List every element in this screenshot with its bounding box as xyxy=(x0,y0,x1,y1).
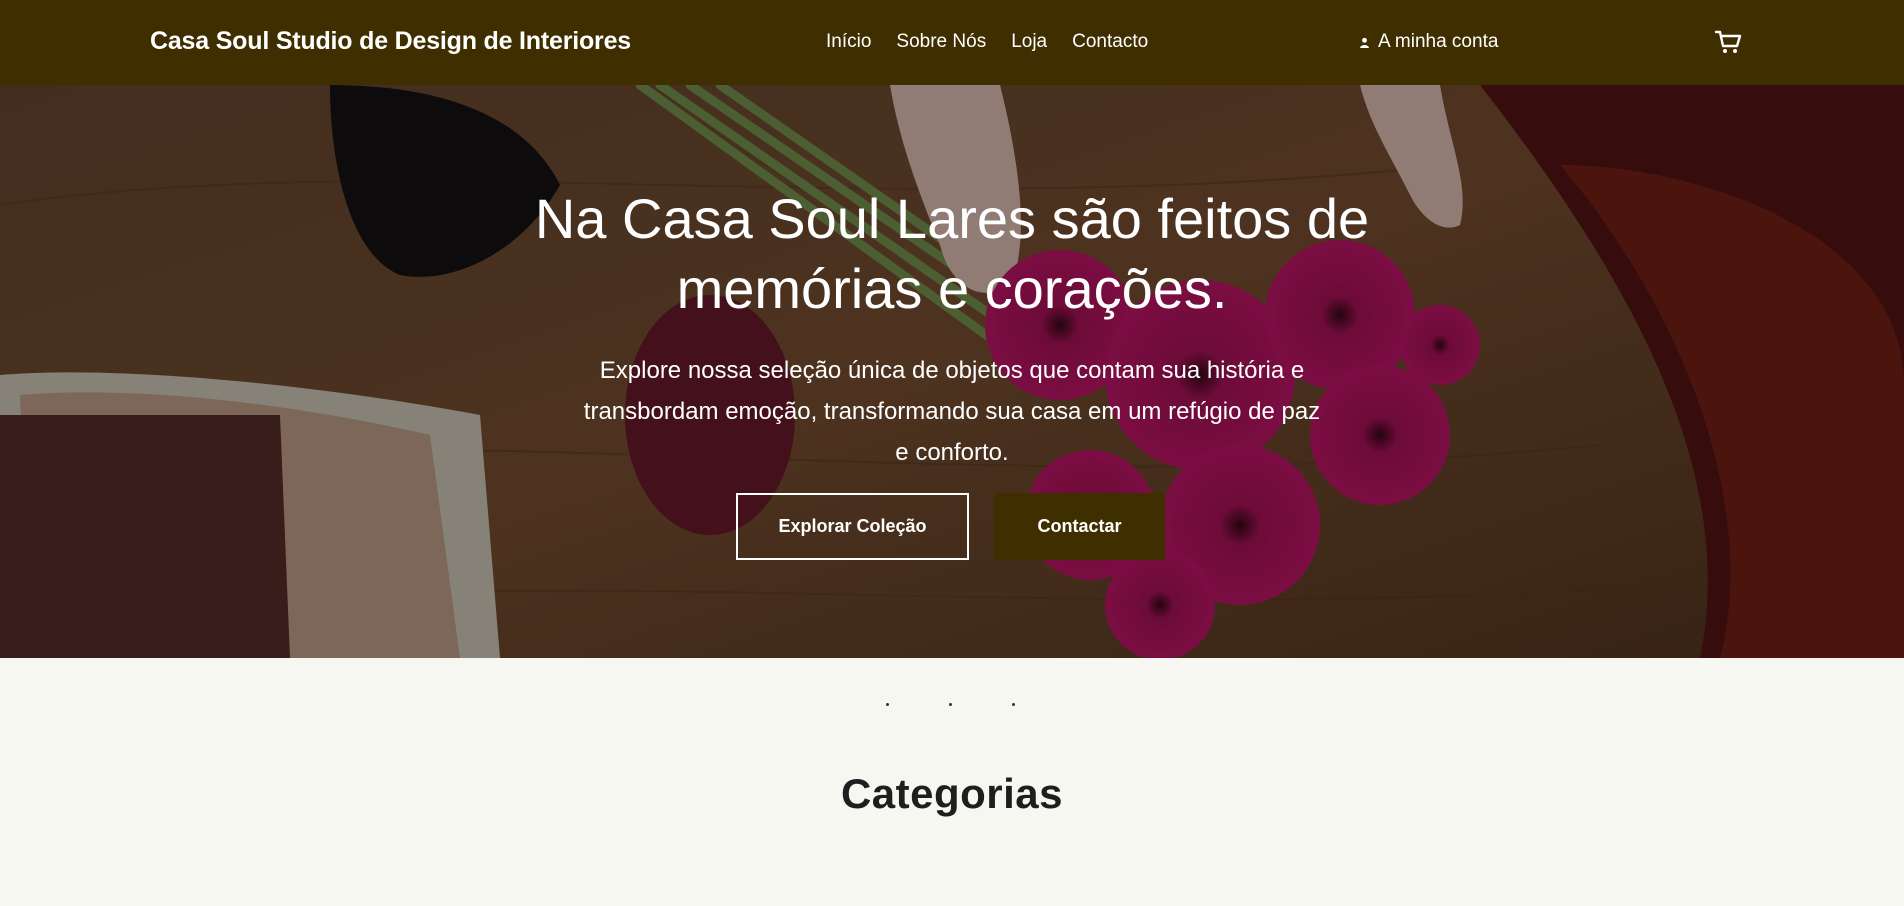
hero-title: Na Casa Soul Lares são feitos de memória… xyxy=(534,187,1370,320)
account-link[interactable]: A minha conta xyxy=(1359,31,1498,53)
hero-banner: Na Casa Soul Lares são feitos de memória… xyxy=(0,85,1904,658)
nav-item-inicio[interactable]: Início xyxy=(826,31,871,53)
cart-icon[interactable] xyxy=(1714,29,1742,55)
slider-dot[interactable] xyxy=(886,703,889,706)
nav-item-loja[interactable]: Loja xyxy=(1011,31,1047,53)
top-bar: Casa Soul Studio de Design de Interiores… xyxy=(0,0,1904,85)
slider-dot[interactable] xyxy=(949,703,952,706)
main-nav: Início Sobre Nós Loja Contacto xyxy=(826,31,1148,53)
contact-button[interactable]: Contactar xyxy=(994,493,1165,560)
user-icon xyxy=(1360,37,1369,48)
hero-subtitle: Explore nossa seleção única de objetos q… xyxy=(583,357,1321,466)
brand-logo-text[interactable]: Casa Soul Studio de Design de Interiores xyxy=(150,27,631,56)
account-label: A minha conta xyxy=(1378,31,1499,52)
explore-collection-button[interactable]: Explorar Coleção xyxy=(736,493,969,560)
nav-item-sobre-nos[interactable]: Sobre Nós xyxy=(896,31,986,53)
slider-dots xyxy=(0,703,1904,709)
nav-item-contacto[interactable]: Contacto xyxy=(1072,31,1148,53)
slider-dot[interactable] xyxy=(1012,703,1015,706)
section-title-categorias: Categorias xyxy=(840,770,1064,817)
